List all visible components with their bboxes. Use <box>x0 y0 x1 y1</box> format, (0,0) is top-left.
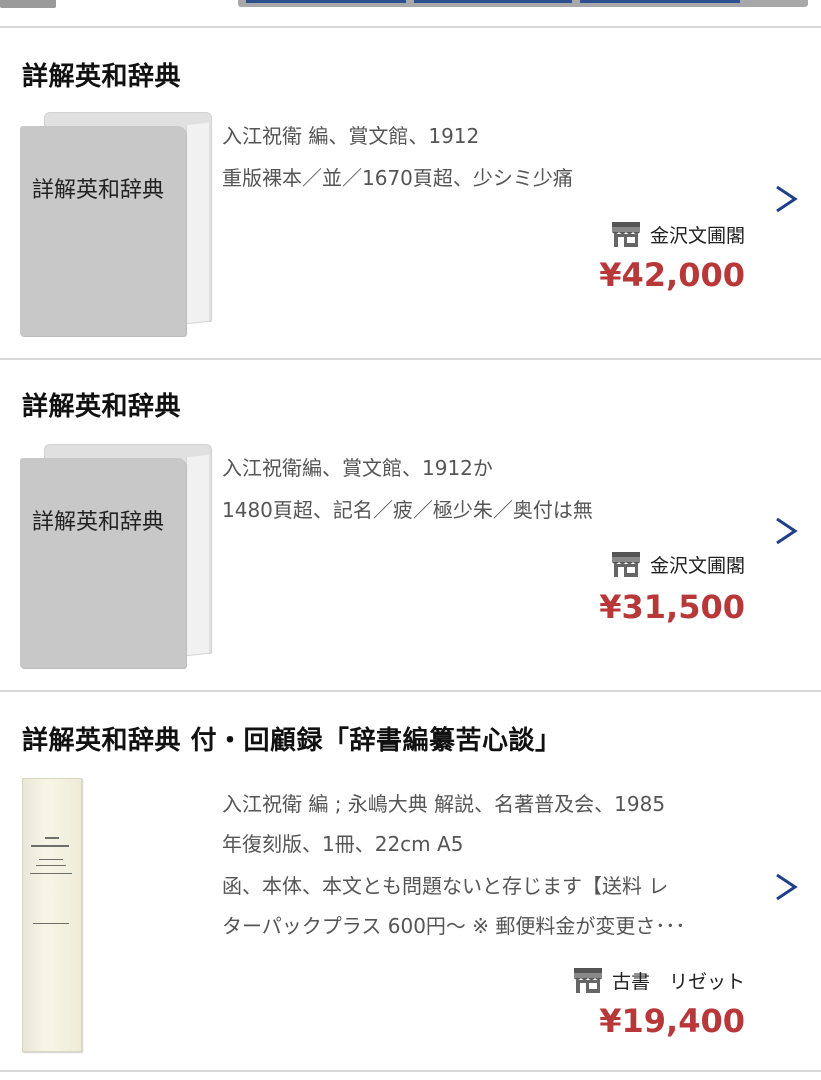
listing-price: ¥19,400 <box>599 1002 745 1040</box>
listing-title: 詳解英和辞典 <box>22 392 182 422</box>
photo-detail <box>45 837 59 839</box>
listing-meta-condition: 1480頁超、記名／疲／極少朱／奥付は無 <box>222 498 593 522</box>
book-placeholder-image: 詳解英和辞典 <box>20 112 212 339</box>
listing-price: ¥42,000 <box>599 256 745 294</box>
shop-info: 古書 リゼット <box>572 966 745 994</box>
book-placeholder-label: 詳解英和辞典 <box>32 510 165 535</box>
back-button[interactable] <box>0 0 56 8</box>
shop-icon <box>611 222 640 247</box>
chevron-right-icon[interactable] <box>773 516 799 546</box>
listing-meta-author: 入江祝衛 編、賞文館、1912 <box>222 124 480 148</box>
shop-name: 金沢文圃閣 <box>649 224 745 247</box>
photo-detail <box>30 873 72 874</box>
shop-name: 古書 リゼット <box>611 970 745 993</box>
photo-detail <box>39 859 63 860</box>
shop-name: 金沢文圃閣 <box>649 554 745 577</box>
book-front-cover: 詳解英和辞典 <box>20 126 186 336</box>
top-nav-bar <box>0 0 821 28</box>
shop-icon <box>611 552 640 577</box>
listing-price: ¥31,500 <box>599 588 745 626</box>
listing-item[interactable]: 詳解英和辞典 付・回顧録「辞書編纂苦心談」 入江祝衛 編 ; 永嶋大典 解説、名… <box>0 692 821 1070</box>
listing-meta-shipping: ターパックプラス 600円〜 ※ 郵便料金が変更さ･･･ <box>222 914 686 938</box>
listing-title: 詳解英和辞典 <box>22 62 182 92</box>
top-tab-bar <box>238 0 808 7</box>
listing-meta-condition: 重版裸本／並／1670頁超、少シミ少痛 <box>222 166 573 190</box>
tab-2[interactable] <box>414 0 572 3</box>
photo-detail <box>33 923 69 924</box>
book-placeholder-image: 詳解英和辞典 <box>20 444 212 671</box>
listing-item[interactable]: 詳解英和辞典 詳解英和辞典 入江祝衛編、賞文館、1912か 1480頁超、記名／… <box>0 360 821 690</box>
book-pages <box>186 454 209 657</box>
book-cover-photo <box>22 778 82 1052</box>
listing-meta-edition: 年復刻版、1冊、22cm A5 <box>222 832 464 856</box>
listing-meta-condition: 函、本体、本文とも問題ないと存じます【送料 レ <box>222 874 669 898</box>
listing-meta-author: 入江祝衛 編 ; 永嶋大典 解説、名著普及会、1985 <box>222 792 666 816</box>
photo-detail <box>36 865 66 866</box>
book-placeholder-label: 詳解英和辞典 <box>32 178 165 203</box>
tab-3[interactable] <box>580 0 740 3</box>
photo-detail <box>31 845 69 847</box>
tab-1[interactable] <box>246 0 406 3</box>
book-front-cover: 詳解英和辞典 <box>20 458 186 668</box>
divider <box>0 1070 821 1072</box>
listing-meta-author: 入江祝衛編、賞文館、1912か <box>222 456 493 480</box>
chevron-right-icon[interactable] <box>773 872 799 902</box>
chevron-right-icon[interactable] <box>773 184 799 214</box>
shop-info: 金沢文圃閣 <box>610 220 745 248</box>
shop-info: 金沢文圃閣 <box>610 550 745 578</box>
shop-icon <box>573 968 602 993</box>
book-pages <box>186 122 209 325</box>
listing-item[interactable]: 詳解英和辞典 詳解英和辞典 入江祝衛 編、賞文館、1912 重版裸本／並／167… <box>0 28 821 358</box>
listing-title: 詳解英和辞典 付・回顧録「辞書編纂苦心談」 <box>22 726 562 756</box>
